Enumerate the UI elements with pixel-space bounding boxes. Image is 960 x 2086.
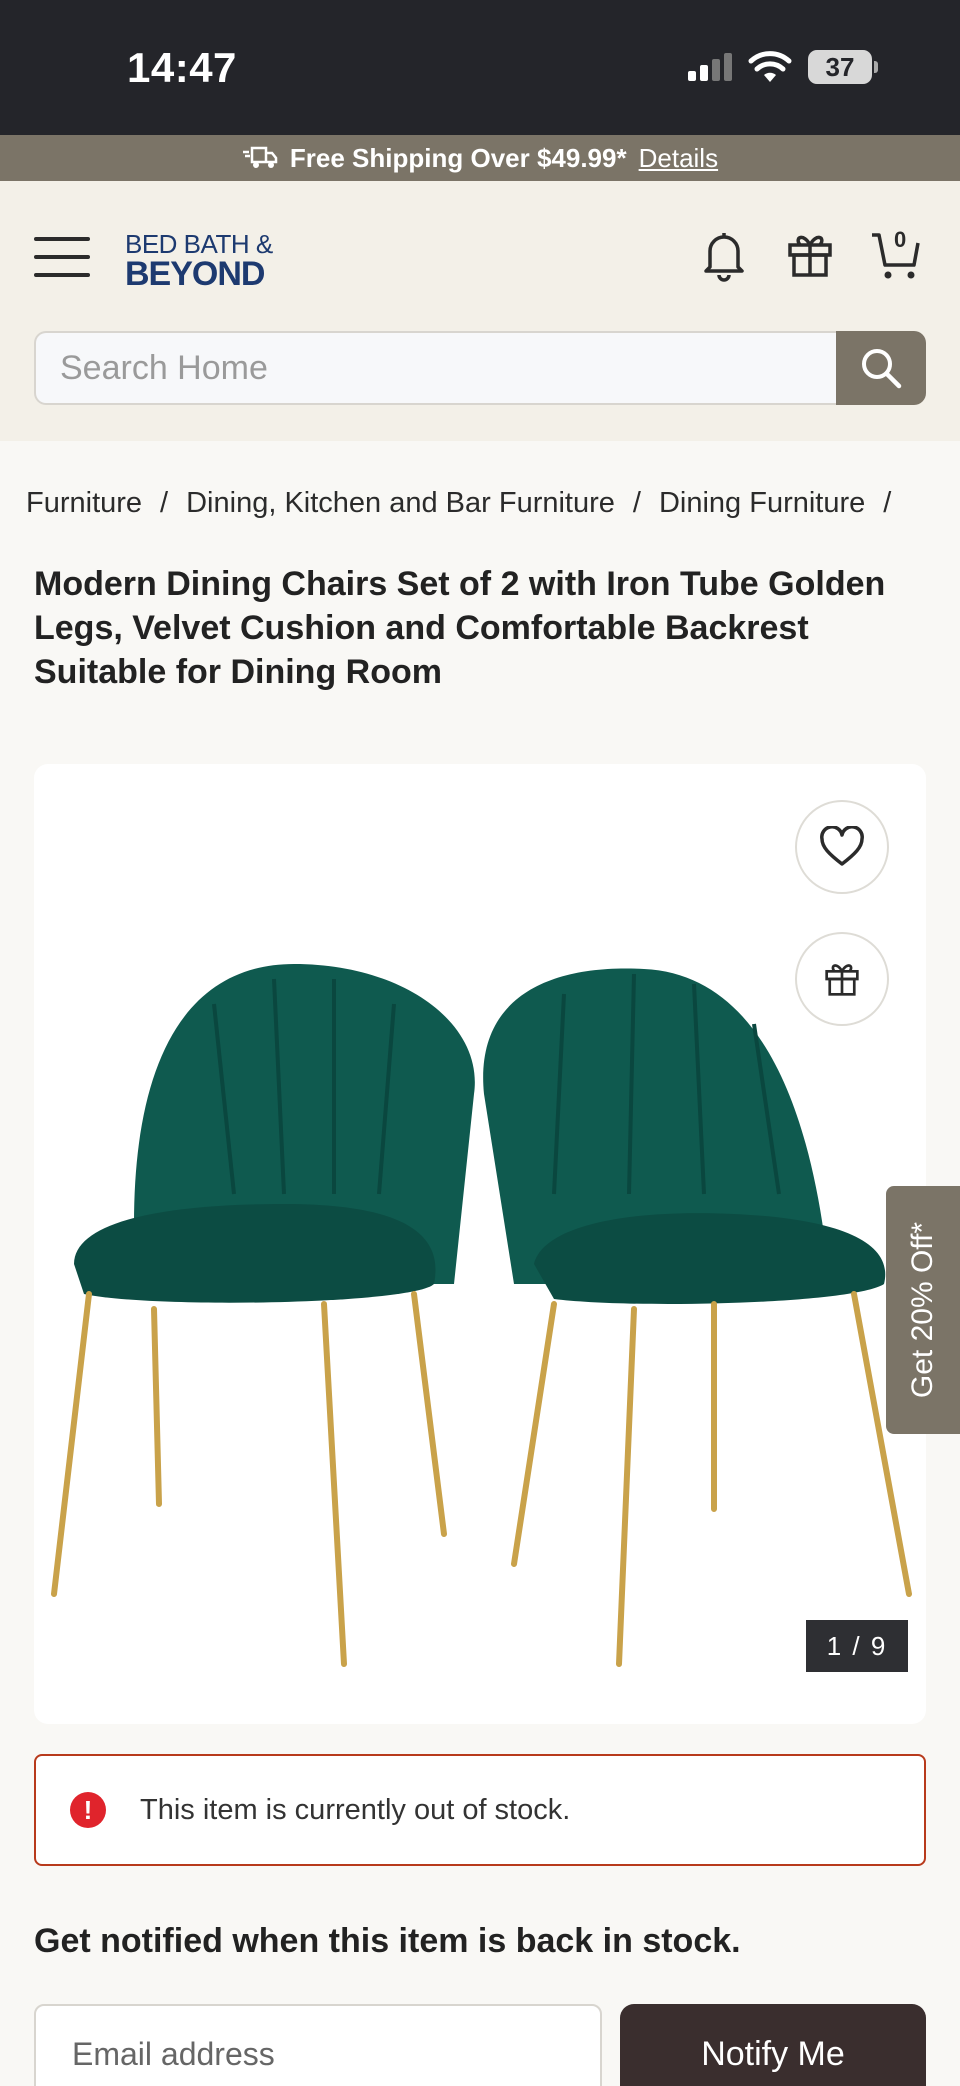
shipping-banner: Free Shipping Over $49.99* Details <box>0 135 960 181</box>
search-icon <box>862 349 902 389</box>
breadcrumb-item-dining-kitchen-bar[interactable]: Dining, Kitchen and Bar Furniture <box>186 487 615 520</box>
breadcrumb-separator: / <box>883 487 892 519</box>
battery-icon: 37 <box>808 50 878 84</box>
notify-heading: Get notified when this item is back in s… <box>34 1922 741 1960</box>
details-link[interactable]: Details <box>639 143 718 174</box>
wishlist-button[interactable] <box>795 800 889 894</box>
truck-icon <box>242 146 278 168</box>
breadcrumb-separator: / <box>160 487 169 519</box>
image-counter: 1 / 9 <box>806 1620 908 1672</box>
site-header: BED BATH & BEYOND 0 <box>0 181 960 441</box>
search-input[interactable] <box>34 331 836 405</box>
breadcrumb-item-furniture[interactable]: Furniture <box>26 487 142 520</box>
breadcrumb-item-dining-furniture[interactable]: Dining Furniture <box>659 487 865 520</box>
search-button[interactable] <box>836 331 926 405</box>
out-of-stock-message: This item is currently out of stock. <box>140 1793 571 1826</box>
status-time: 14:47 <box>127 44 237 91</box>
product-image <box>51 964 912 1667</box>
gift-icon <box>825 964 859 996</box>
signal-icon <box>688 53 732 81</box>
breadcrumb: Furniture / Dining, Kitchen and Bar Furn… <box>26 487 891 520</box>
breadcrumb-separator: / <box>632 487 641 519</box>
menu-icon[interactable] <box>34 237 90 277</box>
chair-right <box>483 968 912 1667</box>
out-of-stock-alert: ! This item is currently out of stock. <box>34 1754 926 1866</box>
heart-icon <box>820 826 864 866</box>
alert-icon: ! <box>70 1792 106 1828</box>
product-image-gallery[interactable]: 1 / 9 <box>34 764 926 1724</box>
promo-tab-label: Get 20% Off* <box>906 1221 939 1399</box>
status-bar: 14:47 37 <box>0 0 960 135</box>
chair-left <box>51 964 475 1667</box>
search-bar <box>34 331 926 405</box>
cart-count: 0 <box>894 227 907 252</box>
shipping-text: Free Shipping Over $49.99* <box>289 142 627 173</box>
wifi-icon <box>748 51 792 82</box>
promo-tab[interactable]: Get 20% Off* <box>886 1186 960 1434</box>
gift-registry-button[interactable] <box>795 932 889 1026</box>
email-field[interactable] <box>34 2004 602 2086</box>
logo[interactable]: BED BATH & BEYOND <box>125 231 273 291</box>
notify-me-button[interactable]: Notify Me <box>620 2004 926 2086</box>
gift-icon[interactable] <box>784 225 836 285</box>
cart-button[interactable]: 0 <box>870 225 922 285</box>
product-title: Modern Dining Chairs Set of 2 with Iron … <box>34 565 886 691</box>
status-icons: 37 <box>688 50 878 84</box>
bell-icon[interactable] <box>698 225 750 285</box>
header-icons: 0 <box>698 225 922 285</box>
